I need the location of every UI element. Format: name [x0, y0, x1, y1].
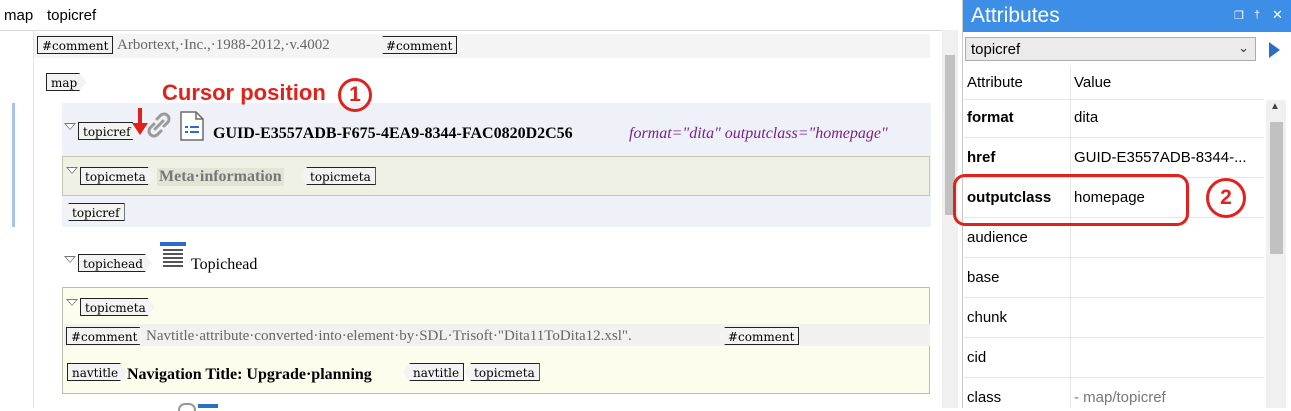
- comment-close-tag[interactable]: #comment: [376, 36, 458, 54]
- topicref-close-tag[interactable]: topicref: [62, 203, 125, 221]
- topicref-guid[interactable]: GUID-E3557ADB-F675-4EA9-8344-FAC0820D2C5…: [213, 125, 573, 143]
- attribute-value[interactable]: dita: [1074, 109, 1098, 126]
- topichead-icon: [198, 404, 218, 408]
- map-open-tag[interactable]: map: [46, 73, 86, 91]
- collapse-toggle-icon[interactable]: [66, 299, 78, 306]
- attributes-title: Attributes: [971, 4, 1060, 27]
- attribute-name: class: [967, 389, 1002, 406]
- attribute-name: audience: [967, 229, 1028, 246]
- attribute-row[interactable]: chunk: [964, 298, 1264, 338]
- topicmeta-open-tag[interactable]: topicmeta: [80, 298, 155, 316]
- go-arrow-icon[interactable]: [1269, 42, 1280, 58]
- attribute-name: format: [967, 109, 1014, 126]
- chevron-down-icon: ⌄: [1238, 40, 1249, 55]
- comment-text[interactable]: Navtitle·attribute·converted·into·elemen…: [146, 328, 632, 345]
- attribute-row[interactable]: cid: [964, 338, 1264, 378]
- breadcrumb: map topicref: [0, 0, 952, 31]
- document-icon: [178, 110, 206, 145]
- topicref-open-tag[interactable]: topicref: [78, 122, 140, 140]
- collapse-toggle-icon[interactable]: [64, 256, 76, 263]
- topicmeta-close-tag[interactable]: topicmeta: [300, 167, 376, 185]
- close-icon[interactable]: ✕: [1272, 7, 1283, 23]
- attribute-name: chunk: [967, 309, 1008, 326]
- attribute-name: base: [967, 269, 1000, 286]
- callout-1: 1: [338, 78, 372, 112]
- topichead-text[interactable]: Topichead: [191, 256, 257, 274]
- attribute-name: href: [967, 149, 996, 166]
- editor-margin-line: [33, 30, 34, 408]
- attribute-row[interactable]: href GUID-E3557ADB-8344-...: [964, 138, 1264, 178]
- attribute-name: cid: [967, 349, 987, 366]
- topicref-attributes[interactable]: format="dita" outputclass="homepage": [629, 125, 888, 143]
- restore-icon[interactable]: ❐: [1234, 9, 1244, 22]
- attribute-value[interactable]: - map/topicref: [1074, 389, 1166, 406]
- meta-information-text[interactable]: Meta·information: [157, 168, 284, 186]
- collapse-toggle-icon[interactable]: [64, 123, 76, 130]
- attribute-column-header[interactable]: Attribute: [967, 74, 1023, 91]
- collapse-toggle-icon[interactable]: [66, 167, 78, 174]
- navtitle-close-tag[interactable]: navtitle: [403, 363, 465, 381]
- value-column-header[interactable]: Value: [1074, 74, 1111, 91]
- pin-icon[interactable]: †: [1254, 9, 1260, 21]
- outputclass-highlight: [953, 174, 1189, 226]
- topichead-icon: [160, 241, 186, 272]
- cursor-position-label: Cursor position: [162, 80, 326, 105]
- breadcrumb-item-map[interactable]: map: [4, 7, 33, 24]
- attribute-row[interactable]: format dita: [964, 98, 1264, 138]
- comment-open-tag[interactable]: #comment: [37, 36, 114, 54]
- element-select[interactable]: topicref ⌄: [965, 37, 1256, 61]
- comment-close-tag[interactable]: #comment: [718, 327, 800, 345]
- red-arrow-icon: [132, 108, 148, 139]
- attribute-value[interactable]: GUID-E3557ADB-8344-...: [1074, 149, 1247, 166]
- attribute-row[interactable]: base: [964, 258, 1264, 298]
- attribute-row[interactable]: class - map/topicref: [964, 378, 1264, 408]
- comment-text[interactable]: Arbortext,·Inc.,·1988-2012,·v.4002: [117, 37, 330, 54]
- scroll-up-icon[interactable]: ▲: [1270, 101, 1280, 112]
- topichead-open-tag[interactable]: topichead: [78, 254, 152, 272]
- topicmeta-close-tag[interactable]: topicmeta: [464, 363, 540, 381]
- link-icon: [178, 403, 196, 411]
- attributes-scrollbar-thumb[interactable]: [1270, 122, 1283, 254]
- element-select-value: topicref: [971, 41, 1021, 58]
- selection-gutter-marker: [12, 103, 15, 227]
- attributes-header: Attribute Value: [964, 66, 1264, 100]
- breadcrumb-item-topicref[interactable]: topicref: [47, 7, 96, 24]
- navtitle-text[interactable]: Navigation Title: Upgrade·planning: [127, 366, 372, 384]
- navtitle-open-tag[interactable]: navtitle: [67, 363, 127, 381]
- topicmeta-open-tag[interactable]: topicmeta: [80, 167, 155, 185]
- comment-open-tag[interactable]: #comment: [66, 327, 146, 345]
- callout-2: 2: [1206, 178, 1246, 218]
